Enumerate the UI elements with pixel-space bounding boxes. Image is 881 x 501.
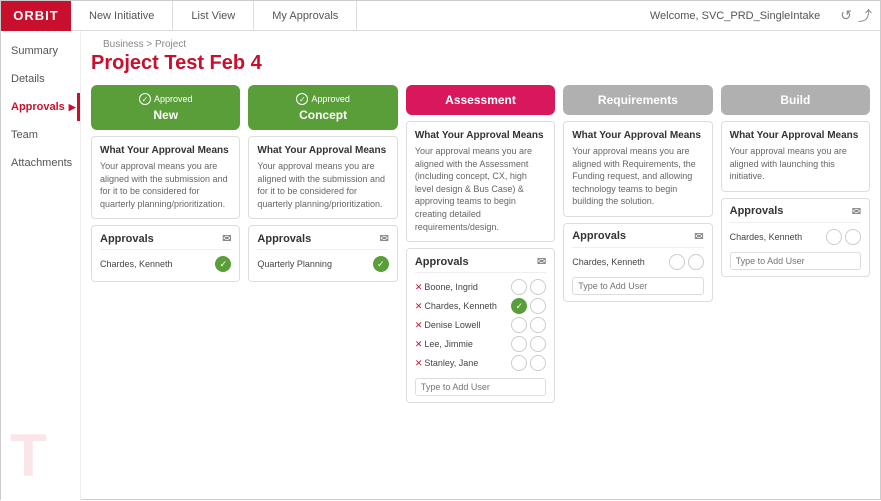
remove-icon[interactable]: ✕	[415, 358, 423, 369]
logo-text: ORBIT	[13, 8, 58, 23]
approver-status	[511, 336, 546, 352]
nav-list-view[interactable]: List View	[173, 1, 254, 31]
page-title: Project Test Feb 4	[91, 52, 870, 75]
status-pending-icon	[826, 229, 842, 245]
approval-means-card-new: What Your Approval Means Your approval m…	[91, 136, 240, 219]
approver-status	[669, 254, 704, 270]
add-user-input-requirements[interactable]	[572, 277, 703, 295]
sidebar-item-attachments[interactable]: Attachments	[1, 149, 80, 177]
approvals-header-assessment: Approvals ✉	[415, 255, 546, 273]
envelope-icon-new[interactable]: ✉	[222, 232, 231, 245]
main-content: Business > Project Project Test Feb 4 ✓ …	[81, 31, 880, 501]
approvals-card-requirements: Approvals ✉ Chardes, Kenneth	[563, 223, 712, 302]
add-user-input-build[interactable]	[730, 252, 861, 270]
approved-badge-new: ✓ Approved	[101, 93, 230, 105]
table-row: Chardes, Kenneth	[730, 229, 861, 245]
approvals-header-build: Approvals ✉	[730, 205, 861, 223]
status-pending-icon	[669, 254, 685, 270]
approvals-header-concept: Approvals ✉	[257, 232, 388, 250]
table-row: Quarterly Planning ✓	[257, 256, 388, 272]
approvals-card-new: Approvals ✉ Chardes, Kenneth ✓	[91, 225, 240, 282]
table-row: Chardes, Kenneth	[572, 254, 703, 270]
approval-means-card-build: What Your Approval Means Your approval m…	[721, 121, 870, 192]
approver-status: ✓	[511, 298, 546, 314]
approver-status: ✓	[373, 256, 389, 272]
approvals-card-concept: Approvals ✉ Quarterly Planning ✓	[248, 225, 397, 282]
remove-icon[interactable]: ✕	[415, 282, 423, 293]
table-row: ✕ Denise Lowell	[415, 317, 546, 333]
status-pending-icon	[511, 355, 527, 371]
approver-status	[511, 355, 546, 371]
col-new: ✓ Approved New What Your Approval Means …	[91, 85, 240, 403]
table-row: ✕ Lee, Jimmie	[415, 336, 546, 352]
check-icon-new: ✓	[139, 93, 151, 105]
table-row: ✕ Chardes, Kenneth ✓	[415, 298, 546, 314]
status-pending-icon	[511, 336, 527, 352]
approvals-header-requirements: Approvals ✉	[572, 230, 703, 248]
col-concept: ✓ Approved Concept What Your Approval Me…	[248, 85, 397, 403]
approvals-card-assessment: Approvals ✉ ✕ Boone, Ingrid ✕ Chardes, K	[406, 248, 555, 403]
nav-my-approvals[interactable]: My Approvals	[254, 1, 357, 31]
table-row: ✕ Boone, Ingrid	[415, 279, 546, 295]
col-build: Build What Your Approval Means Your appr…	[721, 85, 870, 403]
status-pending-icon-2	[688, 254, 704, 270]
remove-icon[interactable]: ✕	[415, 339, 423, 350]
sidebar: Summary Details Approvals ▶ Team Attachm…	[1, 31, 81, 501]
approval-means-card-concept: What Your Approval Means Your approval m…	[248, 136, 397, 219]
approver-status	[511, 279, 546, 295]
status-approved-icon: ✓	[511, 298, 527, 314]
status-approved-icon: ✓	[373, 256, 389, 272]
status-pending-icon	[511, 279, 527, 295]
check-icon-concept: ✓	[296, 93, 308, 105]
approvals-header-new: Approvals ✉	[100, 232, 231, 250]
envelope-icon-assessment[interactable]: ✉	[537, 255, 546, 268]
status-pending-icon-2	[845, 229, 861, 245]
share-icon[interactable]: ⤴	[858, 6, 872, 26]
status-pending-icon-2	[530, 336, 546, 352]
stage-header-assessment: Assessment	[406, 85, 555, 115]
status-pending-icon-2	[530, 279, 546, 295]
welcome-text: Welcome, SVC_PRD_SingleIntake	[638, 10, 832, 22]
approver-status	[826, 229, 861, 245]
approval-means-card-assessment: What Your Approval Means Your approval m…	[406, 121, 555, 242]
approver-status	[511, 317, 546, 333]
col-assessment: Assessment What Your Approval Means Your…	[406, 85, 555, 403]
envelope-icon-concept[interactable]: ✉	[380, 232, 389, 245]
sidebar-arrow-icon: ▶	[69, 102, 76, 113]
refresh-icon[interactable]: ↺	[840, 7, 852, 24]
approved-badge-concept: ✓ Approved	[258, 93, 387, 105]
stage-header-concept: ✓ Approved Concept	[248, 85, 397, 130]
kanban-board: ✓ Approved New What Your Approval Means …	[91, 85, 870, 403]
add-user-input-assessment[interactable]	[415, 378, 546, 396]
remove-icon[interactable]: ✕	[415, 320, 423, 331]
sidebar-item-details[interactable]: Details	[1, 65, 80, 93]
breadcrumb: Business > Project	[91, 35, 870, 52]
col-requirements: Requirements What Your Approval Means Yo…	[563, 85, 712, 403]
approver-status: ✓	[215, 256, 231, 272]
sidebar-item-summary[interactable]: Summary	[1, 37, 80, 65]
table-row: Chardes, Kenneth ✓	[100, 256, 231, 272]
approvals-card-build: Approvals ✉ Chardes, Kenneth	[721, 198, 870, 277]
nav-links: New Initiative List View My Approvals	[71, 1, 638, 31]
approval-means-card-requirements: What Your Approval Means Your approval m…	[563, 121, 712, 217]
logo[interactable]: ORBIT	[1, 1, 71, 31]
top-nav: ORBIT New Initiative List View My Approv…	[1, 1, 880, 31]
status-pending-icon-2	[530, 355, 546, 371]
sidebar-item-team[interactable]: Team	[1, 121, 80, 149]
sidebar-item-approvals[interactable]: Approvals ▶	[1, 93, 80, 121]
status-approved-icon: ✓	[215, 256, 231, 272]
envelope-icon-requirements[interactable]: ✉	[694, 230, 703, 243]
envelope-icon-build[interactable]: ✉	[852, 205, 861, 218]
stage-header-build: Build	[721, 85, 870, 115]
remove-icon[interactable]: ✕	[415, 301, 423, 312]
table-row: ✕ Stanley, Jane	[415, 355, 546, 371]
status-pending-icon	[511, 317, 527, 333]
nav-new-initiative[interactable]: New Initiative	[71, 1, 173, 31]
status-pending-icon-2	[530, 317, 546, 333]
status-pending-icon	[530, 298, 546, 314]
main-layout: Summary Details Approvals ▶ Team Attachm…	[1, 31, 880, 501]
stage-header-requirements: Requirements	[563, 85, 712, 115]
stage-header-new: ✓ Approved New	[91, 85, 240, 130]
nav-icons: ↺ ⤴	[832, 6, 880, 26]
